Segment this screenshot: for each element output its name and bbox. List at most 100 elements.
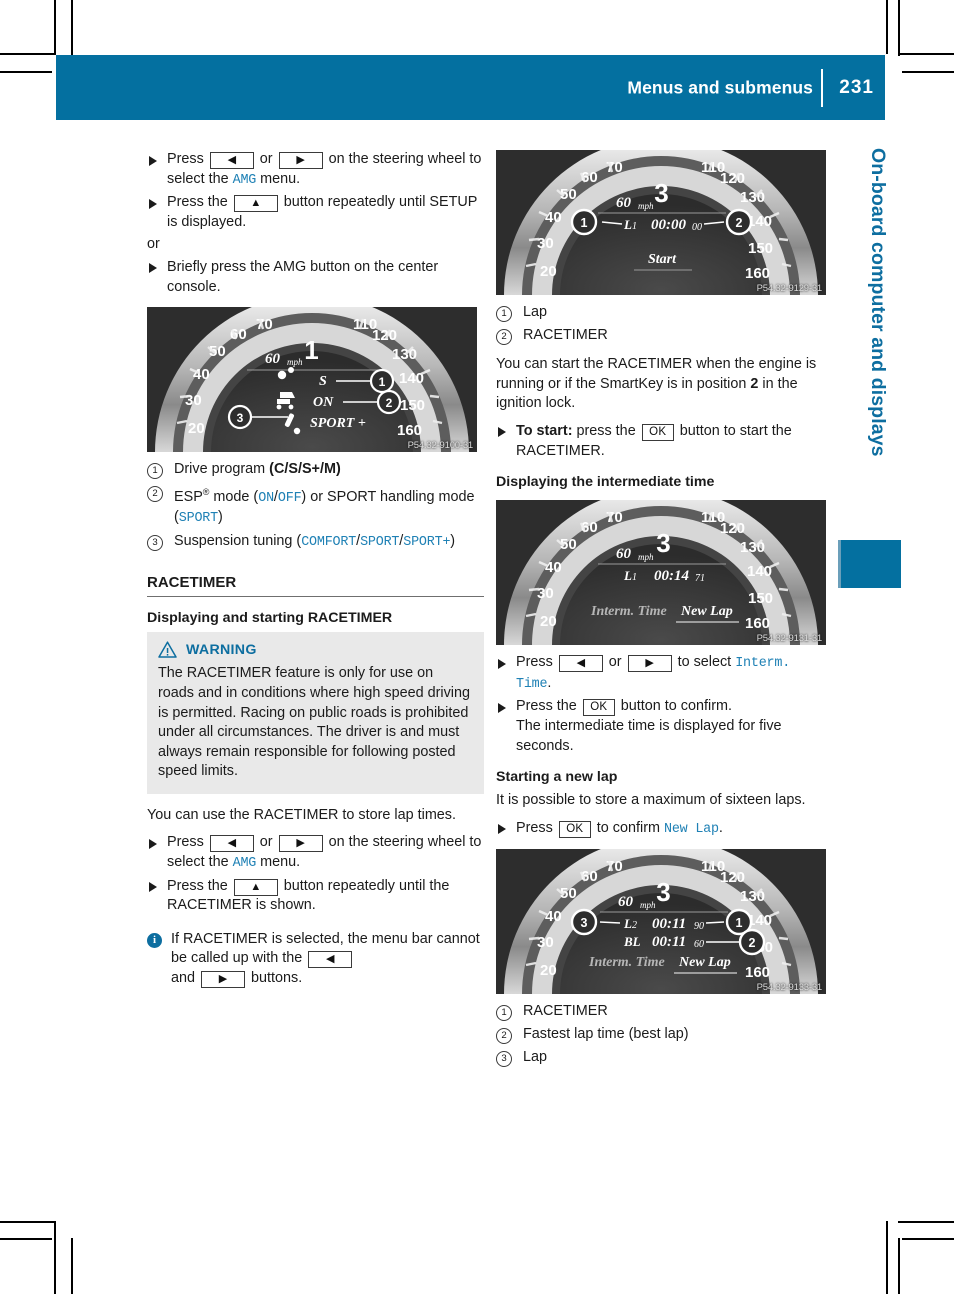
svg-text:120: 120 xyxy=(720,170,745,187)
info-note-text: If RACETIMER is selected, the menu bar c… xyxy=(171,930,480,989)
figure-code: P54.32-9131-31 xyxy=(756,633,823,645)
left-arrow-key[interactable]: ◀ xyxy=(558,655,603,673)
ok-key[interactable]: OK xyxy=(641,423,674,441)
right-arrow-key[interactable]: ▶ xyxy=(627,655,672,673)
display-term: AMG xyxy=(232,856,257,872)
ok-key[interactable]: OK xyxy=(582,699,615,717)
new-lap-para: It is possible to store a maximum of six… xyxy=(496,792,806,809)
figure-amg-setup-display: 20 30 40 50 60 70 110 120 130 140 150 160 xyxy=(147,307,477,453)
svg-text:BL: BL xyxy=(623,934,641,949)
svg-text:L: L xyxy=(623,217,632,232)
figure-code: P54.32-9129-31 xyxy=(756,283,823,294)
crop-mark-bl-v xyxy=(54,1221,56,1294)
up-arrow-key-glyph: ▲ xyxy=(250,880,262,893)
svg-text:20: 20 xyxy=(540,263,557,280)
legend-number: 1 xyxy=(496,306,512,322)
svg-text:30: 30 xyxy=(537,934,554,951)
svg-text:2: 2 xyxy=(632,920,637,931)
svg-text:130: 130 xyxy=(392,346,417,363)
svg-text:20: 20 xyxy=(540,613,557,630)
svg-text:160: 160 xyxy=(745,615,770,632)
step-triangle-icon xyxy=(149,198,157,209)
step-new-lap: Press OK to confirm New Lap. xyxy=(496,819,833,840)
warning-text: The RACETIMER feature is only for use on… xyxy=(158,665,470,780)
left-arrow-key[interactable]: ◀ xyxy=(308,951,353,969)
svg-text:S: S xyxy=(319,374,327,389)
display-term: AMG xyxy=(232,172,257,188)
up-arrow-key[interactable]: ▲ xyxy=(233,878,278,896)
svg-text:00: 00 xyxy=(692,222,702,233)
svg-text:70: 70 xyxy=(256,316,273,333)
svg-text:Interm. Time: Interm. Time xyxy=(588,955,665,970)
step-triangle-icon xyxy=(498,824,506,835)
left-arrow-key-glyph: ◀ xyxy=(227,837,237,850)
warning-box: WARNING The RACETIMER feature is only fo… xyxy=(147,632,484,794)
right-arrow-key-glyph: ▶ xyxy=(645,657,654,670)
svg-text:150: 150 xyxy=(400,397,425,414)
instruction-step: Press OK to confirm New Lap. xyxy=(496,819,833,840)
legend-number: 3 xyxy=(496,1050,512,1067)
legend-number: 2 xyxy=(496,328,512,345)
svg-text:L: L xyxy=(623,916,632,931)
right-arrow-key-glyph: ▶ xyxy=(218,973,228,986)
legend-item: 1 Drive program (C/S/S+/M) xyxy=(147,460,484,480)
instrument-cluster-svg: 2030 4050 6070 110120 130140 150160 3 60 xyxy=(496,150,826,295)
legend-item: 1 Lap xyxy=(496,303,833,323)
figure-new-lap-display: 2030 4050 6070 110120 130140 150160 3 60 xyxy=(496,849,826,995)
svg-text:160: 160 xyxy=(397,422,422,439)
racetimer-start-para: You can start the RACETIMER when the eng… xyxy=(496,356,817,412)
display-term: OFF xyxy=(277,490,302,506)
up-arrow-key-glyph: ▲ xyxy=(250,197,262,210)
crop-mark-tr-h2 xyxy=(902,71,954,73)
right-arrow-key[interactable]: ▶ xyxy=(278,835,323,853)
chapter-tab-block xyxy=(841,540,901,588)
instrument-cluster-svg: 2030 4050 6070 110120 130140 150160 3 60 xyxy=(496,849,826,995)
svg-text:40: 40 xyxy=(545,209,562,226)
right-arrow-key[interactable]: ▶ xyxy=(201,971,246,989)
display-term: ON xyxy=(258,490,274,506)
crop-mark-tr-v xyxy=(886,0,888,54)
svg-text:30: 30 xyxy=(185,392,202,409)
left-arrow-key[interactable]: ◀ xyxy=(209,835,254,853)
svg-text:1: 1 xyxy=(304,335,319,365)
svg-text:1: 1 xyxy=(581,216,588,230)
right-arrow-key[interactable]: ▶ xyxy=(278,152,323,169)
svg-text:00:00: 00:00 xyxy=(651,217,686,233)
crop-mark-tl-h xyxy=(0,53,56,55)
ok-key[interactable]: OK xyxy=(558,820,591,838)
page-title: Menus and submenus xyxy=(627,77,813,97)
left-arrow-key-glyph: ◀ xyxy=(325,953,335,966)
instruction-step: Press ◀ or ▶ on the steering wheel to se… xyxy=(147,150,484,190)
svg-text:60: 60 xyxy=(694,939,704,950)
svg-text:150: 150 xyxy=(748,590,773,607)
warning-header: WARNING xyxy=(158,641,473,659)
svg-text:60: 60 xyxy=(265,351,281,367)
svg-text:2: 2 xyxy=(386,396,393,410)
right-arrow-key-glyph: ▶ xyxy=(296,837,305,850)
svg-text:120: 120 xyxy=(720,520,745,537)
crop-mark-br-v2 xyxy=(898,1238,900,1294)
svg-text:3: 3 xyxy=(656,528,671,558)
svg-text:60: 60 xyxy=(618,894,634,910)
crop-mark-tl-v xyxy=(54,0,56,54)
section-heading-racetimer: RACETIMER xyxy=(147,574,484,598)
instruction-step: Press the OK button to confirm. The inter… xyxy=(496,697,833,756)
warning-label: WARNING xyxy=(186,641,257,658)
left-arrow-key[interactable]: ◀ xyxy=(209,152,254,169)
svg-text:3: 3 xyxy=(237,411,244,425)
svg-text:20: 20 xyxy=(540,962,557,979)
legend-number: 3 xyxy=(147,534,163,551)
crop-mark-br-h xyxy=(898,1221,954,1223)
step-triangle-icon xyxy=(498,702,506,713)
svg-text:90: 90 xyxy=(694,921,704,932)
svg-text:1: 1 xyxy=(632,221,637,232)
legend-item: 3 Lap xyxy=(496,1048,833,1068)
svg-text:70: 70 xyxy=(606,858,623,875)
emphasis-text: To start: xyxy=(516,422,573,439)
crop-mark-bl-v2 xyxy=(71,1238,73,1294)
legend-number: 2 xyxy=(496,1027,512,1044)
page-header: Menus and submenus 231 xyxy=(56,55,885,120)
up-arrow-key[interactable]: ▲ xyxy=(233,195,278,213)
display-term: COMFORT xyxy=(301,534,357,550)
step-triangle-icon xyxy=(149,882,157,893)
